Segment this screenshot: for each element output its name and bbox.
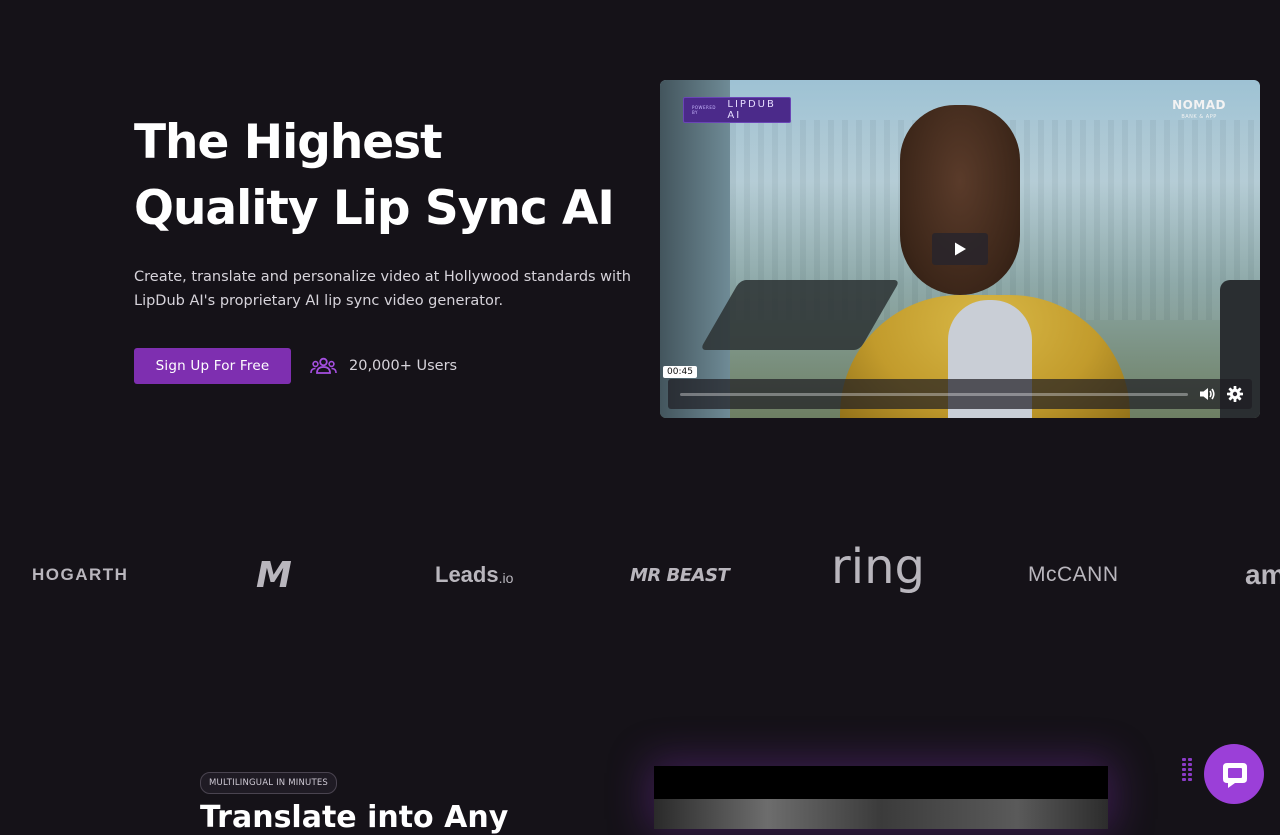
hero-subtitle-line-2: LipDub AI's proprietary AI lip sync vide… — [134, 293, 504, 309]
video-controls — [668, 379, 1252, 409]
hero-title: The Highest Quality Lip Sync AI — [134, 110, 615, 242]
demo-video-frame[interactable] — [654, 766, 1108, 829]
logo-leads-suffix: .io — [498, 570, 514, 586]
hero-title-line-1: The Highest — [134, 115, 443, 170]
volume-icon — [1200, 388, 1215, 400]
settings-button[interactable] — [1226, 385, 1244, 403]
logo-mrbeast: MR BEAST — [630, 564, 730, 586]
drag-handle[interactable] — [1182, 758, 1194, 790]
client-logos: HOGARTH M Leads .io MR BEAST ring McCANN… — [0, 539, 1280, 610]
logo-ring: ring — [831, 539, 925, 595]
users-icon — [310, 357, 337, 374]
section-tag: MULTILINGUAL IN MINUTES — [200, 772, 338, 794]
chat-icon — [1223, 763, 1247, 788]
video-timestamp: 00:45 — [663, 366, 697, 378]
badge-brand: LIPDUB AI — [727, 99, 776, 121]
video-progress-bar[interactable] — [680, 393, 1188, 396]
nomad-logo: NOMAD BANK & APP — [1172, 98, 1226, 120]
lipdub-badge: POWERED BY LIPDUB AI — [683, 97, 791, 123]
nomad-logo-sub: BANK & APP — [1181, 114, 1217, 120]
video-player[interactable]: POWERED BY LIPDUB AI NOMAD BANK & APP 00… — [660, 80, 1260, 418]
video-person-head — [900, 105, 1020, 295]
logo-leads-text: Leads — [435, 562, 499, 587]
hero-title-line-2: Quality Lip Sync AI — [134, 181, 615, 236]
volume-button[interactable] — [1198, 385, 1216, 403]
logo-mccann: McCANN — [1028, 563, 1119, 586]
section-title: Translate into Any — [200, 800, 509, 835]
badge-powered-by: POWERED BY — [692, 105, 716, 115]
users-count: 20,000+ Users — [310, 354, 457, 378]
play-icon — [955, 242, 966, 256]
logo-leads: Leads .io — [435, 540, 513, 610]
play-button[interactable] — [932, 233, 988, 265]
nomad-logo-text: NOMAD — [1172, 98, 1226, 112]
logo-hogarth: HOGARTH — [32, 565, 129, 584]
hero-subtitle: Create, translate and personalize video … — [134, 265, 634, 313]
chat-button[interactable] — [1204, 744, 1264, 804]
logo-m: M — [256, 554, 292, 596]
users-count-label: 20,000+ Users — [349, 358, 458, 374]
demo-video-thumbnail — [654, 799, 1108, 829]
settings-icon — [1227, 386, 1243, 402]
logo-am: am — [1245, 559, 1280, 590]
sign-up-button[interactable]: Sign Up For Free — [134, 348, 291, 384]
hero-subtitle-line-1: Create, translate and personalize video … — [134, 269, 631, 285]
